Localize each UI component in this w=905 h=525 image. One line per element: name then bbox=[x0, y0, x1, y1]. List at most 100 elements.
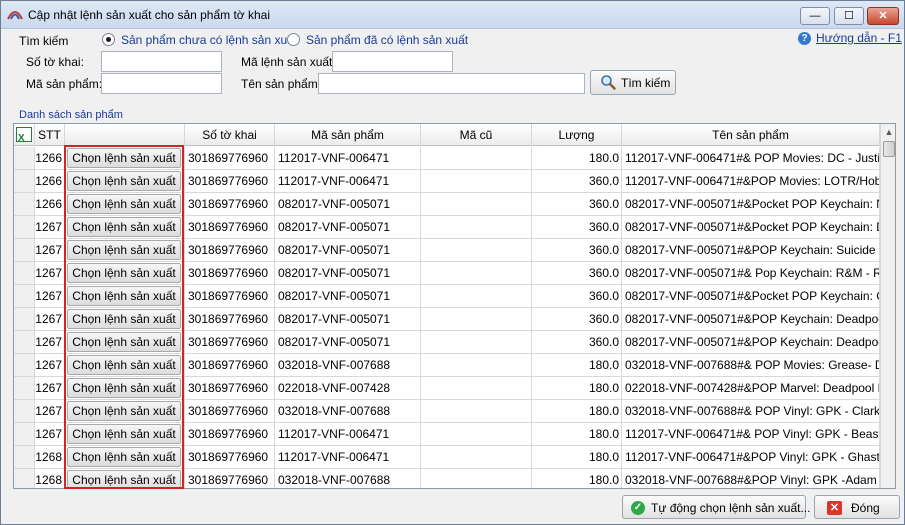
header-luong[interactable]: Lượng bbox=[532, 124, 622, 146]
close-window-button[interactable]: ✕ bbox=[867, 7, 899, 25]
header-action[interactable] bbox=[65, 124, 185, 146]
table-row[interactable]: 1267 Chọn lệnh sản xuất 301869776960 022018… bbox=[14, 377, 880, 400]
cell-so-to-khai[interactable]: 301869776960 bbox=[185, 400, 275, 423]
header-so-to-khai[interactable]: Số tờ khai bbox=[185, 124, 275, 146]
so-to-khai-input[interactable] bbox=[101, 51, 222, 72]
cell-ma-san-pham[interactable]: 082017-VNF-005071 bbox=[275, 285, 421, 308]
radio-with-order[interactable] bbox=[287, 33, 300, 46]
cell-ma-san-pham[interactable]: 112017-VNF-006471 bbox=[275, 446, 421, 469]
cell-so-to-khai[interactable]: 301869776960 bbox=[185, 239, 275, 262]
row-selector[interactable] bbox=[14, 331, 35, 354]
cell-ma-san-pham[interactable]: 082017-VNF-005071 bbox=[275, 262, 421, 285]
cell-luong[interactable]: 360.0 bbox=[532, 239, 622, 262]
choose-order-button[interactable]: Chọn lệnh sản xuất bbox=[67, 332, 181, 352]
auto-select-button[interactable]: ✓ Tự động chọn lệnh sản xuất... bbox=[622, 495, 810, 519]
cell-so-to-khai[interactable]: 301869776960 bbox=[185, 423, 275, 446]
choose-order-button[interactable]: Chọn lệnh sản xuất bbox=[67, 240, 181, 260]
table-row[interactable]: 1268 Chọn lệnh sản xuất 301869776960 112017… bbox=[14, 446, 880, 469]
cell-stt[interactable]: 1267 bbox=[35, 285, 65, 308]
row-selector[interactable] bbox=[14, 239, 35, 262]
cell-ten-san-pham[interactable]: 082017-VNF-005071#&Pocket POP Keychain: … bbox=[622, 285, 880, 308]
table-row[interactable]: 1267 Chọn lệnh sản xuất 301869776960 082017… bbox=[14, 331, 880, 354]
cell-so-to-khai[interactable]: 301869776960 bbox=[185, 308, 275, 331]
row-selector[interactable] bbox=[14, 423, 35, 446]
choose-order-button[interactable]: Chọn lệnh sản xuất bbox=[67, 194, 181, 214]
choose-order-button[interactable]: Chọn lệnh sản xuất bbox=[67, 401, 181, 421]
row-selector[interactable] bbox=[14, 354, 35, 377]
row-selector[interactable] bbox=[14, 285, 35, 308]
cell-luong[interactable]: 180.0 bbox=[532, 423, 622, 446]
help-link[interactable]: Hướng dẫn - F1 bbox=[816, 31, 902, 45]
cell-luong[interactable]: 360.0 bbox=[532, 170, 622, 193]
cell-ten-san-pham[interactable]: 082017-VNF-005071#&POP Keychain: Deadpoo… bbox=[622, 331, 880, 354]
cell-luong[interactable]: 360.0 bbox=[532, 308, 622, 331]
cell-ma-cu[interactable] bbox=[421, 262, 532, 285]
table-row[interactable]: 1267 Chọn lệnh sản xuất 301869776960 082017… bbox=[14, 239, 880, 262]
cell-so-to-khai[interactable]: 301869776960 bbox=[185, 354, 275, 377]
cell-ma-cu[interactable] bbox=[421, 331, 532, 354]
cell-luong[interactable]: 180.0 bbox=[532, 446, 622, 469]
cell-so-to-khai[interactable]: 301869776960 bbox=[185, 216, 275, 239]
cell-luong[interactable]: 180.0 bbox=[532, 469, 622, 488]
cell-ma-san-pham[interactable]: 112017-VNF-006471 bbox=[275, 170, 421, 193]
cell-ten-san-pham[interactable]: 082017-VNF-005071#&POP Keychain: Suicide… bbox=[622, 239, 880, 262]
header-ma-cu[interactable]: Mã cũ bbox=[421, 124, 532, 146]
ma-san-pham-input[interactable] bbox=[101, 73, 222, 94]
cell-ten-san-pham[interactable]: 082017-VNF-005071#&POP Keychain: Deadpoo… bbox=[622, 308, 880, 331]
table-row[interactable]: 1266 Chọn lệnh sản xuất 301869776960 112017… bbox=[14, 147, 880, 170]
row-selector[interactable] bbox=[14, 147, 35, 170]
header-ten-san-pham[interactable]: Tên sản phẩm bbox=[622, 124, 880, 146]
choose-order-button[interactable]: Chọn lệnh sản xuất bbox=[67, 148, 181, 168]
cell-ma-cu[interactable] bbox=[421, 147, 532, 170]
cell-stt[interactable]: 1267 bbox=[35, 308, 65, 331]
header-stt[interactable]: STT bbox=[35, 124, 65, 146]
cell-stt[interactable]: 1267 bbox=[35, 400, 65, 423]
choose-order-button[interactable]: Chọn lệnh sản xuất bbox=[67, 424, 181, 444]
ma-lenh-input[interactable] bbox=[332, 51, 453, 72]
row-selector[interactable] bbox=[14, 170, 35, 193]
cell-so-to-khai[interactable]: 301869776960 bbox=[185, 469, 275, 488]
cell-ma-cu[interactable] bbox=[421, 239, 532, 262]
cell-ten-san-pham[interactable]: 112017-VNF-006471#& POP Vinyl: GPK - Bea… bbox=[622, 423, 880, 446]
row-selector[interactable] bbox=[14, 193, 35, 216]
cell-ma-cu[interactable] bbox=[421, 308, 532, 331]
cell-stt[interactable]: 1266 bbox=[35, 147, 65, 170]
cell-luong[interactable]: 180.0 bbox=[532, 377, 622, 400]
cell-ten-san-pham[interactable]: 112017-VNF-006471#&POP Vinyl: GPK - Ghas… bbox=[622, 446, 880, 469]
cell-luong[interactable]: 180.0 bbox=[532, 147, 622, 170]
cell-ten-san-pham[interactable]: 082017-VNF-005071#&Pocket POP Keychain: … bbox=[622, 216, 880, 239]
cell-stt[interactable]: 1267 bbox=[35, 377, 65, 400]
cell-stt[interactable]: 1267 bbox=[35, 262, 65, 285]
table-row[interactable]: 1267 Chọn lệnh sản xuất 301869776960 112017… bbox=[14, 423, 880, 446]
header-ma-san-pham[interactable]: Mã sản phẩm bbox=[275, 124, 421, 146]
cell-stt[interactable]: 1268 bbox=[35, 446, 65, 469]
choose-order-button[interactable]: Chọn lệnh sản xuất bbox=[67, 378, 181, 398]
cell-stt[interactable]: 1267 bbox=[35, 423, 65, 446]
row-selector[interactable] bbox=[14, 377, 35, 400]
cell-ten-san-pham[interactable]: 032018-VNF-007688#&POP Vinyl: GPK -Adam … bbox=[622, 469, 880, 488]
cell-ma-san-pham[interactable]: 032018-VNF-007688 bbox=[275, 354, 421, 377]
cell-stt[interactable]: 1267 bbox=[35, 216, 65, 239]
radio-with-order-label[interactable]: Sản phẩm đã có lệnh sản xuất bbox=[306, 33, 468, 47]
cell-ten-san-pham[interactable]: 082017-VNF-005071#& Pop Keychain: R&M - … bbox=[622, 262, 880, 285]
table-row[interactable]: 1267 Chọn lệnh sản xuất 301869776960 082017… bbox=[14, 285, 880, 308]
cell-so-to-khai[interactable]: 301869776960 bbox=[185, 170, 275, 193]
cell-luong[interactable]: 180.0 bbox=[532, 354, 622, 377]
cell-ma-san-pham[interactable]: 032018-VNF-007688 bbox=[275, 400, 421, 423]
radio-without-order[interactable] bbox=[102, 33, 115, 46]
scroll-thumb[interactable] bbox=[883, 141, 895, 157]
cell-ma-san-pham[interactable]: 082017-VNF-005071 bbox=[275, 239, 421, 262]
cell-ten-san-pham[interactable]: 032018-VNF-007688#& POP Movies: Grease- … bbox=[622, 354, 880, 377]
cell-ten-san-pham[interactable]: 082017-VNF-005071#&Pocket POP Keychain: … bbox=[622, 193, 880, 216]
cell-stt[interactable]: 1266 bbox=[35, 170, 65, 193]
cell-stt[interactable]: 1266 bbox=[35, 193, 65, 216]
cell-luong[interactable]: 360.0 bbox=[532, 216, 622, 239]
choose-order-button[interactable]: Chọn lệnh sản xuất bbox=[67, 355, 181, 375]
cell-stt[interactable]: 1268 bbox=[35, 469, 65, 488]
cell-ma-cu[interactable] bbox=[421, 400, 532, 423]
cell-ten-san-pham[interactable]: 032018-VNF-007688#& POP Vinyl: GPK - Cla… bbox=[622, 400, 880, 423]
excel-export-icon[interactable] bbox=[16, 127, 32, 150]
cell-ma-san-pham[interactable]: 022018-VNF-007428 bbox=[275, 377, 421, 400]
choose-order-button[interactable]: Chọn lệnh sản xuất bbox=[67, 171, 181, 191]
row-selector[interactable] bbox=[14, 446, 35, 469]
